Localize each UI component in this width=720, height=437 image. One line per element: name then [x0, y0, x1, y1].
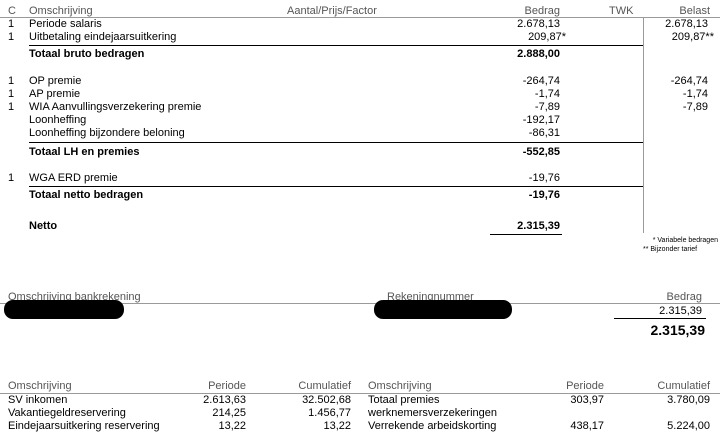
row-amount: 2.678,13: [517, 18, 560, 30]
bank-amount-divider: [614, 318, 706, 319]
row-amount: -86,31: [528, 127, 560, 139]
row-code: 1: [8, 172, 15, 184]
gross-total-amount: 2.888,00: [517, 48, 560, 60]
summary-left-cumulative: 1.456,77: [308, 407, 351, 419]
premiums-total-label: Totaal LH en premies: [29, 146, 140, 158]
summary-right-cumulative: 3.780,09: [667, 394, 710, 406]
row-description: WGA ERD premie: [29, 172, 118, 184]
summary-left-cumulative: 32.502,68: [302, 394, 351, 406]
summary-right-col-description: Omschrijving: [368, 380, 432, 392]
row-code: 1: [8, 75, 15, 87]
row-code: 1: [8, 31, 15, 43]
summary-right-cumulative: 5.224,00: [667, 420, 710, 432]
summary-left-cumulative: 13,22: [323, 420, 351, 432]
summary-header-divider: [0, 393, 720, 394]
summary-left-col-cumulative: Cumulatief: [298, 380, 351, 392]
summary-left-col-period: Periode: [208, 380, 246, 392]
summary-right-description: werknemersverzekeringen: [368, 407, 497, 419]
row-taxed: 2.678,13: [665, 18, 708, 30]
footnote-variable: * Variabele bedragen: [652, 237, 718, 244]
row-code: 1: [8, 88, 15, 100]
row-amount: -1,74: [534, 88, 560, 100]
bank-amount: 2.315,39: [659, 305, 702, 317]
net-items-total-amount: -19,76: [528, 189, 560, 201]
row-description: Uitbetaling eindejaarsuitkering: [29, 31, 177, 43]
row-code: 1: [8, 101, 15, 113]
row-taxed: 209,87**: [671, 31, 714, 43]
row-code: 1: [8, 18, 15, 30]
net-underline: [490, 234, 562, 235]
bank-total: 2.315,39: [650, 322, 706, 338]
row-description: Loonheffing: [29, 114, 87, 126]
summary-right-period: 438,17: [570, 420, 604, 432]
summary-right-col-cumulative: Cumulatief: [657, 380, 710, 392]
gross-total-label: Totaal bruto bedragen: [29, 48, 145, 60]
summary-left-period: 13,22: [218, 420, 246, 432]
row-amount: -264,74: [522, 75, 560, 87]
taxed-column-divider: [643, 18, 644, 233]
summary-left-description: Vakantiegeldreservering: [8, 407, 126, 419]
redacted-bank-description: [4, 300, 124, 319]
summary-left-period: 2.613,63: [203, 394, 246, 406]
row-amount: -19,76: [528, 172, 560, 184]
premiums-total-amount: -552,85: [522, 146, 560, 158]
row-amount: 209,87*: [528, 31, 566, 43]
footnote-special: ** Bijzonder tarief: [643, 246, 698, 253]
row-taxed: -264,74: [670, 75, 708, 87]
summary-left-period: 214,25: [212, 407, 246, 419]
summary-left-col-description: Omschrijving: [8, 380, 72, 392]
row-description: OP premie: [29, 75, 82, 87]
gross-total-divider: [29, 45, 643, 46]
row-description: Periode salaris: [29, 18, 102, 30]
summary-right-description: Totaal premies: [368, 394, 440, 406]
summary-right-description: Verrekende arbeidskorting: [368, 420, 497, 432]
net-label: Netto: [29, 220, 58, 232]
summary-right-period: 303,97: [570, 394, 604, 406]
net-amount: 2.315,39: [517, 220, 560, 232]
premiums-total-divider: [29, 142, 643, 143]
row-description: AP premie: [29, 88, 81, 100]
row-taxed: -7,89: [682, 101, 708, 113]
summary-left-description: Eindejaarsuitkering reservering: [8, 420, 160, 432]
net-items-total-divider: [29, 186, 643, 187]
row-amount: -192,17: [522, 114, 560, 126]
row-taxed: -1,74: [682, 88, 708, 100]
redacted-account-number: [374, 300, 512, 319]
row-amount: -7,89: [534, 101, 560, 113]
row-description: WIA Aanvullingsverzekering premie: [29, 101, 202, 113]
net-items-total-label: Totaal netto bedragen: [29, 189, 144, 201]
summary-right-col-period: Periode: [566, 380, 604, 392]
summary-left-description: SV inkomen: [8, 394, 68, 406]
row-description: Loonheffing bijzondere beloning: [29, 127, 185, 139]
